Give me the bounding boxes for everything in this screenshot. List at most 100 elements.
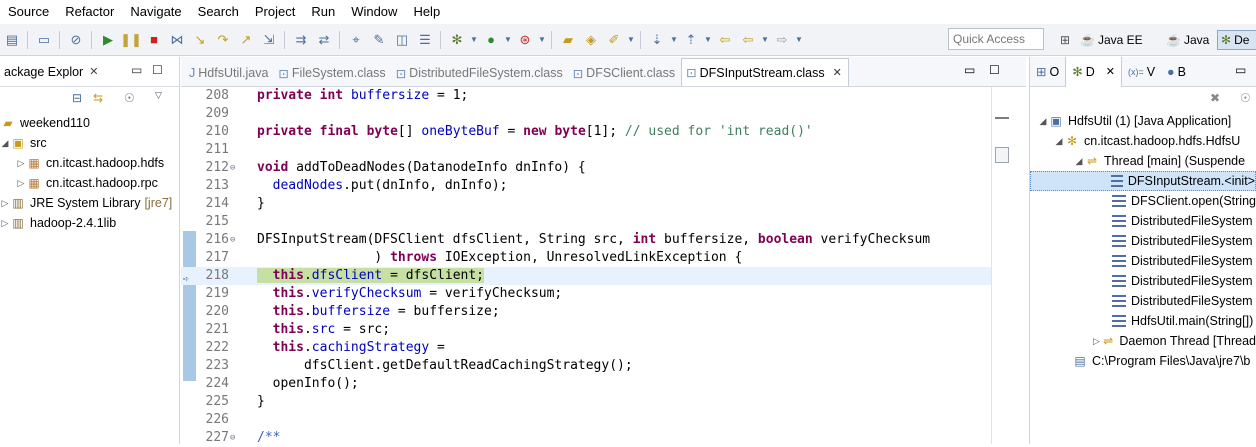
stack-frame[interactable]: DistributedFileSystem: [1030, 231, 1256, 251]
daemon-thread-item[interactable]: ▷ ⇌ Daemon Thread [Thread: [1030, 331, 1256, 351]
new-class-icon[interactable]: ✐: [603, 29, 625, 51]
collapse-icon[interactable]: ▷: [16, 158, 26, 169]
collapse-all-icon[interactable]: ⊟: [72, 91, 82, 105]
view-menu-icon[interactable]: ▽: [155, 90, 162, 101]
console-icon[interactable]: ▭: [33, 29, 55, 51]
tab-outline[interactable]: ⊞ O: [1030, 57, 1065, 87]
new-class-dropdown-icon[interactable]: ▼: [626, 29, 636, 51]
scrollbar-thumb[interactable]: [995, 147, 1009, 163]
tab-variables[interactable]: (x)= V: [1122, 57, 1161, 87]
menu-refactor[interactable]: Refactor: [57, 0, 122, 24]
debug-dropdown-icon[interactable]: ▼: [469, 29, 479, 51]
menu-run[interactable]: Run: [303, 0, 343, 24]
suspend-icon[interactable]: ❚❚: [120, 29, 142, 51]
open-perspective-icon[interactable]: ⊞: [1060, 30, 1070, 50]
focus-icon[interactable]: ☉: [124, 91, 135, 105]
terminate-icon[interactable]: ■: [143, 29, 165, 51]
back-icon[interactable]: ⇦: [737, 29, 759, 51]
stack-frame[interactable]: DistributedFileSystem: [1030, 271, 1256, 291]
run-icon[interactable]: ●: [480, 29, 502, 51]
perspective-java-ee[interactable]: ☕ Java EE: [1080, 30, 1143, 50]
tree-item-package[interactable]: ▷ ▦ cn.itcast.hadoop.hdfs: [0, 153, 179, 173]
stack-frame[interactable]: DistributedFileSystem: [1030, 251, 1256, 271]
tab-debug[interactable]: ✻ D ✕: [1065, 56, 1122, 87]
expand-icon[interactable]: ◢: [1054, 136, 1064, 147]
editor-tab[interactable]: ⊡ DistributedFileSystem.class: [392, 60, 569, 86]
drop-to-frame-icon[interactable]: ⇲: [258, 29, 280, 51]
link-with-editor-icon[interactable]: ⇆: [93, 91, 103, 105]
collapse-icon[interactable]: ▷: [1092, 336, 1101, 347]
new-wizard-icon[interactable]: ✎: [368, 29, 390, 51]
stack-frame-selected[interactable]: DFSInputStream.<init>: [1030, 171, 1256, 191]
skip-breakpoints-icon[interactable]: ⊘: [65, 29, 87, 51]
save-all-icon[interactable]: ▤: [1, 29, 23, 51]
package-explorer-tab[interactable]: ackage Explor ✕ ▭ ☐: [0, 57, 179, 87]
next-annotation-dropdown-icon[interactable]: ▼: [669, 29, 679, 51]
back-dropdown-icon[interactable]: ▼: [760, 29, 770, 51]
stack-frame[interactable]: HdfsUtil.main(String[]): [1030, 311, 1256, 331]
external-tools-dropdown-icon[interactable]: ▼: [537, 29, 547, 51]
menu-window[interactable]: Window: [343, 0, 405, 24]
maximize-icon[interactable]: ☐: [989, 63, 1000, 77]
tree-item-package[interactable]: ▷ ▦ cn.itcast.hadoop.rpc: [0, 173, 179, 193]
resume-icon[interactable]: ▶: [97, 29, 119, 51]
stack-frame[interactable]: DistributedFileSystem: [1030, 211, 1256, 231]
external-tools-icon[interactable]: ⊛: [514, 29, 536, 51]
close-icon[interactable]: ✕: [89, 65, 98, 78]
stack-frame[interactable]: DFSClient.open(String: [1030, 191, 1256, 211]
tab-breakpoints[interactable]: ● B: [1161, 57, 1192, 87]
quick-access-input[interactable]: Quick Access: [948, 28, 1044, 50]
close-icon[interactable]: ✕: [833, 66, 842, 79]
tree-item-src[interactable]: ◢ ▣ src: [0, 133, 179, 153]
collapse-icon[interactable]: ▷: [16, 178, 26, 189]
step-into-icon[interactable]: ↘: [189, 29, 211, 51]
thread-item[interactable]: ◢ ⇌ Thread [main] (Suspende: [1030, 151, 1256, 171]
previous-annotation-icon[interactable]: ⇡: [680, 29, 702, 51]
toggle-mark-icon[interactable]: ◫: [391, 29, 413, 51]
menu-navigate[interactable]: Navigate: [122, 0, 189, 24]
vertical-scrollbar[interactable]: [991, 87, 1015, 444]
expand-icon[interactable]: ◢: [1074, 156, 1084, 167]
next-annotation-icon[interactable]: ⇣: [646, 29, 668, 51]
process-item[interactable]: ▤ C:\Program Files\Java\jre7\b: [1030, 351, 1256, 371]
forward-dropdown-icon[interactable]: ▼: [794, 29, 804, 51]
step-over-icon[interactable]: ↷: [212, 29, 234, 51]
last-edit-location-icon[interactable]: ⇦: [714, 29, 736, 51]
open-type-icon[interactable]: ⌖: [345, 29, 367, 51]
expand-icon[interactable]: ◢: [0, 138, 10, 149]
debug-launch-icon[interactable]: ✻: [446, 29, 468, 51]
editor-tab[interactable]: ⊡ FileSystem.class: [274, 60, 391, 86]
close-icon[interactable]: ✕: [1106, 65, 1115, 78]
maximize-icon[interactable]: ☐: [152, 63, 163, 77]
new-package-icon[interactable]: ◈: [580, 29, 602, 51]
stack-frame[interactable]: DistributedFileSystem: [1030, 291, 1256, 311]
menu-help[interactable]: Help: [405, 0, 448, 24]
vm-item[interactable]: ◢ ✻ cn.itcast.hadoop.hdfs.HdfsU: [1030, 131, 1256, 151]
tree-item-project[interactable]: ▰ weekend110: [0, 113, 179, 133]
menu-search[interactable]: Search: [190, 0, 247, 24]
run-dropdown-icon[interactable]: ▼: [503, 29, 513, 51]
step-return-icon[interactable]: ↗: [235, 29, 257, 51]
remove-terminated-icon[interactable]: ✖: [1210, 91, 1220, 105]
previous-annotation-dropdown-icon[interactable]: ▼: [703, 29, 713, 51]
forward-icon[interactable]: ⇨: [771, 29, 793, 51]
minimize-icon[interactable]: ▭: [1235, 63, 1246, 77]
use-step-filters-icon[interactable]: ⇉: [290, 29, 312, 51]
editor-tab-active[interactable]: ⊡ DFSInputStream.class ✕: [681, 58, 849, 86]
editor-tab[interactable]: J HdfsUtil.java: [185, 60, 274, 86]
minimize-icon[interactable]: ▭: [964, 63, 975, 77]
tree-item-library[interactable]: ▷ ▥ hadoop-2.4.1lib: [0, 213, 179, 233]
expand-icon[interactable]: ◢: [1038, 116, 1048, 127]
launch-item[interactable]: ◢ ▣ HdfsUtil (1) [Java Application]: [1030, 111, 1256, 131]
tree-item-jre[interactable]: ▷ ▥ JRE System Library [jre7]: [0, 193, 179, 213]
debug-run-icon[interactable]: ⇄: [313, 29, 335, 51]
fold-icon[interactable]: ⊖: [230, 429, 235, 447]
perspective-java[interactable]: ☕ Java: [1166, 30, 1209, 50]
disconnect-icon[interactable]: ⋈: [166, 29, 188, 51]
open-folder-icon[interactable]: ▰: [557, 29, 579, 51]
fold-icon[interactable]: ⊖: [230, 159, 235, 177]
word-wrap-icon[interactable]: ☰: [414, 29, 436, 51]
focus-icon[interactable]: ☉: [1240, 91, 1251, 105]
minimize-icon[interactable]: ▭: [131, 63, 142, 77]
code-editor[interactable]: 208 private int buffersize = 1; 209 210 pr…: [181, 87, 991, 447]
